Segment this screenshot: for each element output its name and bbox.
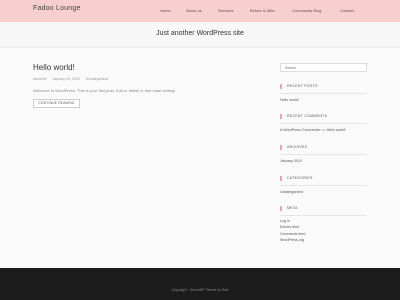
meta-link-wordpress-org[interactable]: WordPress.org — [280, 238, 367, 242]
main-content: Hello world! fanoertin January 29, 2019 … — [0, 48, 400, 268]
nav-item-before-after[interactable]: Before & After — [250, 8, 275, 13]
widget-recent-posts: RECENT POSTS Hello world! — [280, 84, 367, 102]
nav-item-home[interactable]: Home — [160, 8, 171, 13]
nav-item-services[interactable]: Services — [218, 8, 233, 13]
recent-post-link[interactable]: Hello world! — [280, 98, 367, 102]
widget-title-categories: CATEGORIES — [280, 176, 367, 181]
post-title[interactable]: Hello world! — [33, 63, 75, 72]
widget-archives: ARCHIVES January 2019 — [280, 145, 367, 163]
search-input[interactable] — [280, 63, 367, 72]
site-header: Fadoo Lounge Home About us Services Befo… — [0, 0, 400, 22]
divider — [280, 93, 367, 94]
comment-author-link[interactable]: A WordPress Commenter — [280, 128, 321, 132]
widget-title-recent-comments: RECENT COMMENTS — [280, 114, 367, 119]
meta-link-login[interactable]: Log in — [280, 219, 367, 223]
tagline-banner: Just another WordPress site — [0, 22, 400, 47]
meta-link-entries-feed[interactable]: Entries feed — [280, 225, 367, 229]
widget-recent-comments: RECENT COMMENTS A WordPress Commenter on… — [280, 114, 367, 132]
divider — [280, 154, 367, 155]
archive-link[interactable]: January 2019 — [280, 159, 367, 163]
post-category[interactable]: Uncategorized — [86, 77, 109, 81]
divider — [280, 215, 367, 216]
recent-comment: A WordPress Commenter on Hello world! — [280, 128, 367, 132]
nav-item-about-us[interactable]: About us — [186, 8, 202, 13]
main-nav: Home About us Services Before & After Co… — [0, 8, 400, 16]
meta-link-comments-feed[interactable]: Comments feed — [280, 232, 367, 236]
site-tagline: Just another WordPress site — [156, 30, 244, 37]
footer-copyright: Copyright · OnionWP Theme by Rad — [171, 288, 229, 292]
site-footer: Copyright · OnionWP Theme by Rad — [0, 268, 400, 300]
nav-item-community-blog[interactable]: Community Blog — [292, 8, 321, 13]
widget-meta: META Log in Entries feed Comments feed W… — [280, 206, 367, 242]
comment-on-label: on — [321, 128, 326, 132]
continue-reading-button[interactable]: CONTINUE READING — [33, 99, 80, 108]
sidebar: RECENT POSTS Hello world! RECENT COMMENT… — [280, 48, 368, 248]
post-author[interactable]: fanoertin — [33, 77, 47, 81]
comment-post-link[interactable]: Hello world! — [327, 128, 346, 132]
widget-title-archives: ARCHIVES — [280, 145, 367, 150]
post-excerpt: Welcome to WordPress. This is your first… — [33, 88, 176, 93]
nav-item-contact[interactable]: Contact — [340, 8, 354, 13]
post-meta: fanoertin January 29, 2019 Uncategorized — [33, 77, 113, 81]
widget-categories: CATEGORIES Uncategorized — [280, 176, 367, 194]
divider — [280, 185, 367, 186]
widget-title-recent-posts: RECENT POSTS — [280, 84, 367, 89]
post-date[interactable]: January 29, 2019 — [53, 77, 80, 81]
widget-title-meta: META — [280, 206, 367, 211]
category-link[interactable]: Uncategorized — [280, 190, 367, 194]
divider — [280, 123, 367, 124]
